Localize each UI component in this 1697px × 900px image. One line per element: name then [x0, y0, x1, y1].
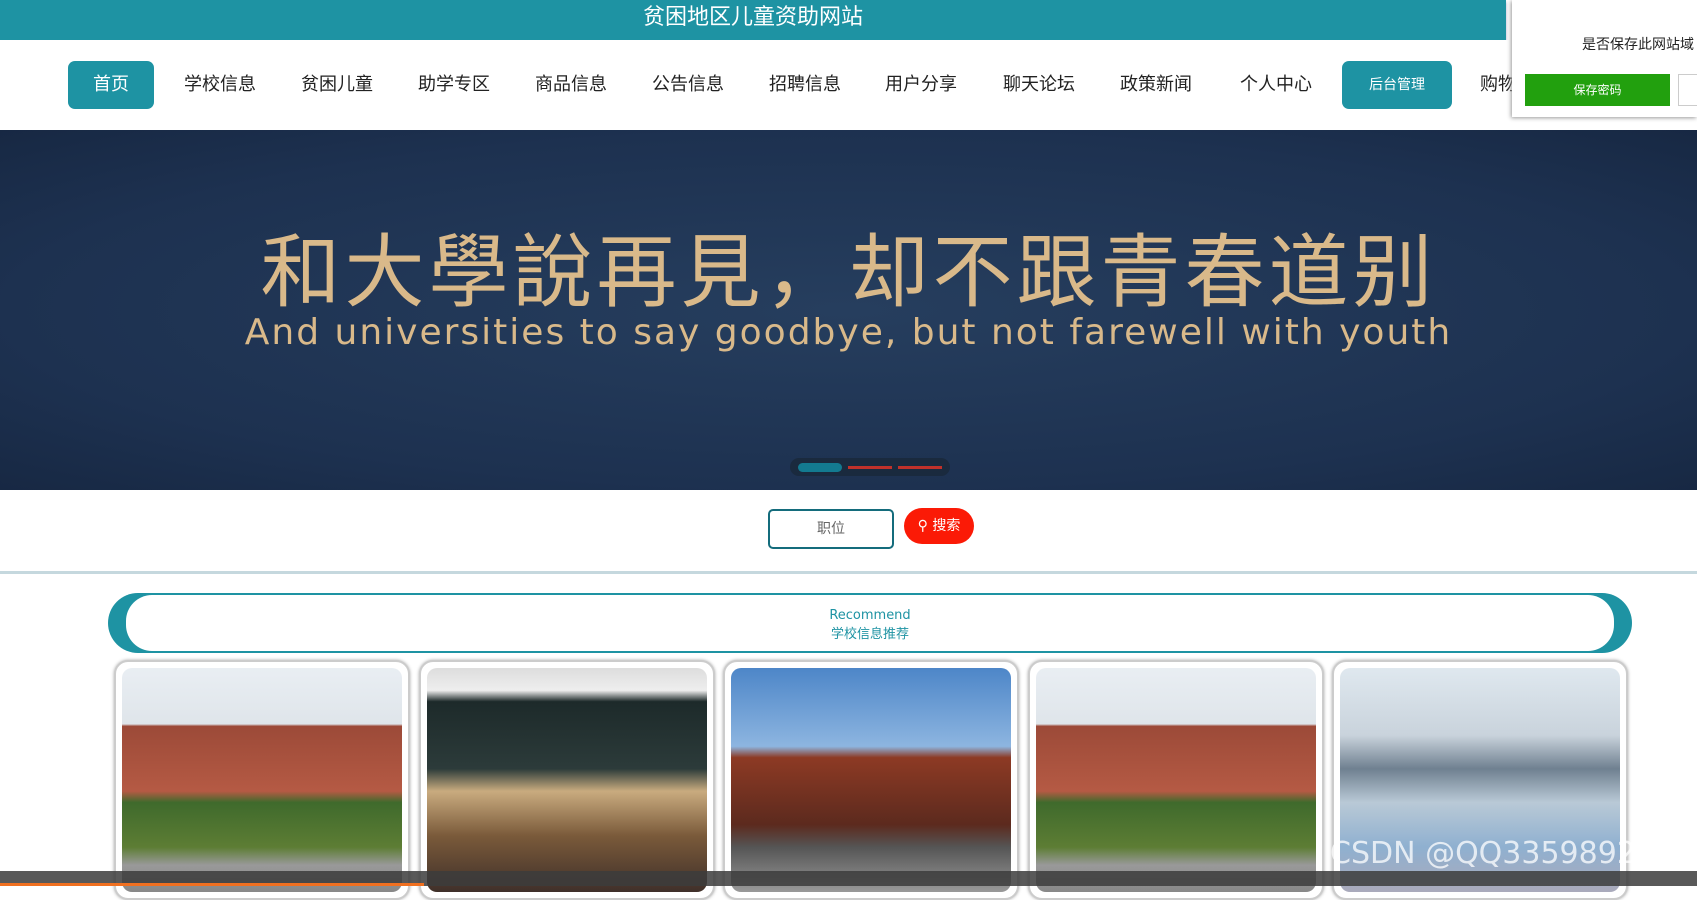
nav-personal-center[interactable]: 个人中心 [1228, 61, 1324, 109]
nav-school-info[interactable]: 学校信息 [172, 61, 268, 109]
nav-home[interactable]: 首页 [68, 61, 154, 109]
school-image [122, 668, 402, 892]
nav-notices[interactable]: 公告信息 [640, 61, 736, 109]
search-section: 职位 ⚲ 搜索 [0, 490, 1697, 574]
save-password-popup: 是否保存此网站域 保存密码 [1512, 0, 1697, 117]
search-icon: ⚲ [917, 518, 928, 534]
school-image [1036, 668, 1316, 892]
site-title-bar: 贫困地区儿童资助网站 [0, 0, 1506, 40]
school-image [731, 668, 1011, 892]
nav-forum[interactable]: 聊天论坛 [991, 61, 1087, 109]
banner-subtitle: And universities to say goodbye, but not… [244, 312, 1453, 353]
watermark: CSDN @QQ3359892174 [1330, 836, 1694, 871]
nav-policy-news[interactable]: 政策新闻 [1108, 61, 1204, 109]
search-button-label: 搜索 [932, 518, 961, 534]
recommend-header: Recommend 学校信息推荐 [108, 593, 1632, 653]
carousel-dot[interactable] [848, 465, 892, 469]
save-password-button[interactable]: 保存密码 [1525, 74, 1670, 106]
school-card[interactable] [419, 660, 715, 900]
nav-study-aid[interactable]: 助学专区 [406, 61, 502, 109]
school-card[interactable] [1028, 660, 1324, 900]
recommend-title: 学校信息推荐 [830, 627, 909, 642]
hero-banner: 和大學說再見，却不跟青春道别 And universities to say g… [0, 130, 1697, 490]
search-input[interactable]: 职位 [768, 509, 894, 549]
cancel-button[interactable] [1678, 74, 1697, 106]
recommend-en: Recommend [829, 608, 911, 623]
banner-headline: 和大學說再見，却不跟青春道别 [260, 226, 1437, 319]
site-title: 贫困地区儿童资助网站 [642, 5, 863, 30]
carousel-dot[interactable] [798, 462, 842, 472]
nav-user-share[interactable]: 用户分享 [873, 61, 969, 109]
carousel-dot[interactable] [898, 465, 942, 469]
school-card[interactable] [114, 660, 410, 900]
nav-goods[interactable]: 商品信息 [523, 61, 619, 109]
search-button[interactable]: ⚲ 搜索 [904, 508, 974, 544]
nav-jobs[interactable]: 招聘信息 [757, 61, 853, 109]
video-progress-bar[interactable] [0, 871, 1697, 886]
nav-admin[interactable]: 后台管理 [1342, 61, 1452, 109]
school-image [427, 668, 707, 892]
main-nav: 首页 学校信息 贫困儿童 助学专区 商品信息 公告信息 招聘信息 用户分享 聊天… [0, 40, 1697, 130]
carousel-indicators [790, 458, 950, 476]
school-card[interactable] [723, 660, 1019, 900]
nav-poor-children[interactable]: 贫困儿童 [289, 61, 385, 109]
popup-text: 是否保存此网站域 [1582, 37, 1694, 53]
